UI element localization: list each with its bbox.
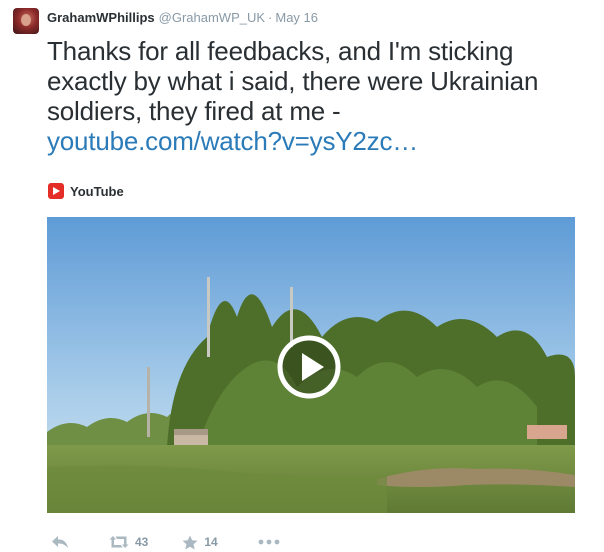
tweet-link[interactable]: youtube.com/watch?v=ysY2zc… <box>47 126 599 156</box>
avatar-face <box>21 14 31 26</box>
author-handle[interactable]: @GrahamWP_UK <box>159 10 265 25</box>
play-icon <box>277 335 341 399</box>
card-source[interactable]: YouTube <box>48 183 124 199</box>
favorite-count: 14 <box>204 535 218 549</box>
author-name[interactable]: GrahamWPhillips <box>47 10 155 25</box>
retweet-icon <box>109 536 129 548</box>
play-button[interactable] <box>277 335 341 399</box>
tweet-timestamp[interactable]: May 16 <box>275 10 318 25</box>
avatar[interactable] <box>13 8 39 34</box>
youtube-icon <box>48 183 64 199</box>
reply-icon <box>52 536 68 548</box>
header-separator: · <box>268 10 273 25</box>
card-source-label: YouTube <box>70 183 124 199</box>
video-player[interactable] <box>47 217 575 513</box>
reply-button[interactable] <box>51 535 69 549</box>
tweet: GrahamWPhillips @GrahamWP_UK · May 16 Thank… <box>0 0 604 552</box>
favorite-button[interactable]: 14 <box>182 535 218 550</box>
more-icon <box>258 539 280 545</box>
tweet-actions: 43 14 <box>47 532 280 552</box>
retweet-count: 43 <box>135 535 149 549</box>
retweet-button[interactable]: 43 <box>109 535 148 549</box>
tweet-body: Thanks for all feedbacks, and I'm sticki… <box>47 36 539 126</box>
more-button[interactable] <box>258 539 280 545</box>
tweet-text: Thanks for all feedbacks, and I'm sticki… <box>47 36 599 156</box>
tweet-header: GrahamWPhillips @GrahamWP_UK · May 16 <box>47 10 318 26</box>
star-icon <box>182 535 198 549</box>
